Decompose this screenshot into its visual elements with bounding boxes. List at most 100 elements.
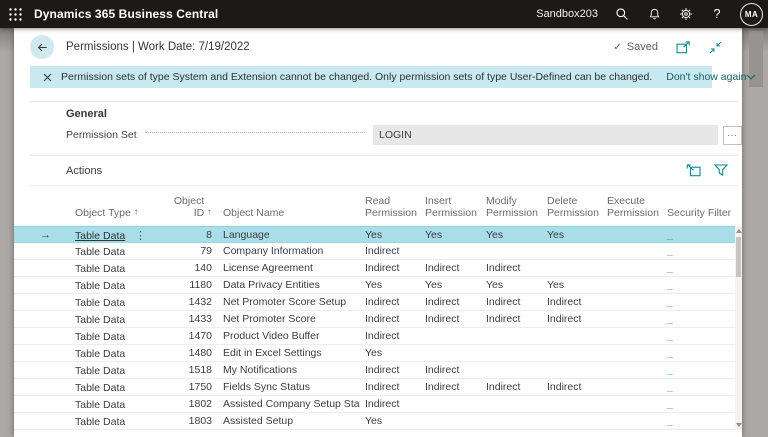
filter-funnel-icon[interactable] — [714, 164, 728, 177]
cell-object_name[interactable]: License Agreement — [213, 260, 360, 277]
cell-delete[interactable] — [543, 345, 604, 362]
cell-insert[interactable] — [421, 243, 482, 260]
cell-read[interactable]: Indirect — [360, 260, 421, 277]
cell-security_filter[interactable]: _ — [662, 362, 734, 379]
cell-object_type[interactable]: Table Data — [60, 396, 168, 413]
settings-gear-icon[interactable] — [678, 6, 694, 22]
cell-execute[interactable] — [604, 413, 662, 430]
cell-security_filter[interactable]: _ — [662, 260, 734, 277]
cell-object_name[interactable]: My Notifications — [213, 362, 360, 379]
row-menu-icon[interactable]: ⋮ — [135, 228, 146, 244]
cell-object_name[interactable]: Fields Sync Status — [213, 379, 360, 396]
cell-execute[interactable] — [604, 277, 662, 294]
cell-security_filter[interactable]: _ — [662, 277, 734, 294]
actions-menu[interactable]: Actions — [66, 165, 102, 177]
cell-insert[interactable]: Indirect — [421, 260, 482, 277]
cell-security_filter[interactable]: _ — [662, 328, 734, 345]
row-selector-cell[interactable] — [14, 396, 60, 413]
cell-object_id[interactable]: 1470 — [168, 328, 213, 345]
cell-modify[interactable] — [482, 396, 543, 413]
cell-execute[interactable] — [604, 260, 662, 277]
cell-object_name[interactable]: Edit in Excel Settings — [213, 345, 360, 362]
cell-modify[interactable] — [482, 243, 543, 260]
cell-read[interactable]: Indirect — [360, 311, 421, 328]
share-popout-icon[interactable] — [686, 164, 701, 177]
cell-modify[interactable]: Indirect — [482, 311, 543, 328]
cell-execute[interactable] — [604, 227, 662, 244]
cell-object_name[interactable]: Net Promoter Score Setup — [213, 294, 360, 311]
cell-object_name[interactable]: Data Privacy Entities — [213, 277, 360, 294]
cell-security_filter[interactable]: _ — [662, 396, 734, 413]
cell-object_id[interactable]: 1180 — [168, 277, 213, 294]
cell-execute[interactable] — [604, 294, 662, 311]
table-row[interactable]: → Table Data ⋮ 8 Language Yes Yes Yes Yes _ — [14, 226, 742, 243]
cell-object_id[interactable]: 1750 — [168, 379, 213, 396]
cell-object_id[interactable]: 1480 — [168, 345, 213, 362]
cell-delete[interactable] — [543, 413, 604, 430]
table-row[interactable]: Table Data 1180 Data Privacy Entities Yes Ye… — [14, 277, 742, 294]
cell-object_id[interactable]: 1433 — [168, 311, 213, 328]
cell-delete[interactable] — [543, 362, 604, 379]
row-selector-cell[interactable] — [14, 294, 60, 311]
row-selector-cell[interactable] — [14, 413, 60, 430]
cell-read[interactable]: Yes — [360, 345, 421, 362]
cell-object_name[interactable]: Net Promoter Score — [213, 311, 360, 328]
cell-execute[interactable] — [604, 311, 662, 328]
cell-delete[interactable] — [543, 260, 604, 277]
grid-col-modify[interactable]: Modify Permission — [482, 186, 543, 226]
table-row[interactable]: Table Data 79 Company Information Indirect _ — [14, 243, 742, 260]
cell-read[interactable]: Indirect — [360, 396, 421, 413]
cell-object_type[interactable]: Table Data — [60, 362, 168, 379]
cell-object_name[interactable]: Product Video Buffer — [213, 328, 360, 345]
cell-object_type[interactable]: Table Data — [60, 294, 168, 311]
cell-modify[interactable] — [482, 328, 543, 345]
general-section-title[interactable]: General — [66, 107, 742, 122]
open-in-new-window-icon[interactable] — [676, 40, 691, 54]
cell-insert[interactable]: Indirect — [421, 294, 482, 311]
cell-security_filter[interactable]: _ — [662, 294, 734, 311]
cell-read[interactable]: Indirect — [360, 294, 421, 311]
notifications-icon[interactable] — [646, 6, 662, 22]
cell-security_filter[interactable]: _ — [662, 413, 734, 430]
cell-object_type[interactable]: Table Data — [60, 260, 168, 277]
cell-insert[interactable] — [421, 345, 482, 362]
row-selector-cell[interactable] — [14, 345, 60, 362]
cell-insert[interactable]: Yes — [421, 227, 482, 244]
cell-modify[interactable] — [482, 413, 543, 430]
close-banner-icon[interactable] — [43, 73, 52, 82]
cell-object_id[interactable]: 1803 — [168, 413, 213, 430]
app-title[interactable]: Dynamics 365 Business Central — [34, 7, 218, 21]
cell-execute[interactable] — [604, 362, 662, 379]
cell-insert[interactable] — [421, 396, 482, 413]
cell-object_name[interactable]: Assisted Company Setup Status — [213, 396, 360, 413]
cell-object_type[interactable]: Table Data — [60, 345, 168, 362]
row-selector-cell[interactable] — [14, 260, 60, 277]
assist-edit-button[interactable]: ... — [723, 125, 742, 145]
table-row[interactable]: Table Data 1470 Product Video Buffer Indire… — [14, 328, 742, 345]
row-selector-cell[interactable] — [14, 277, 60, 294]
row-selector-cell[interactable] — [14, 311, 60, 328]
cell-delete[interactable]: Indirect — [543, 311, 604, 328]
cell-object_name[interactable]: Company Information — [213, 243, 360, 260]
cell-object_id[interactable]: 140 — [168, 260, 213, 277]
cell-delete[interactable] — [543, 396, 604, 413]
cell-insert[interactable] — [421, 413, 482, 430]
cell-modify[interactable]: Indirect — [482, 294, 543, 311]
grid-scrollbar-thumb[interactable] — [736, 237, 741, 277]
cell-modify[interactable]: Indirect — [482, 379, 543, 396]
cell-modify[interactable] — [482, 345, 543, 362]
app-launcher-icon[interactable] — [0, 0, 30, 28]
grid-col-object_type[interactable]: Object Type ↑ — [60, 186, 168, 226]
table-row[interactable]: Table Data 140 License Agreement Indirect In… — [14, 260, 742, 277]
table-row[interactable]: Table Data 1803 Assisted Setup Yes _ — [14, 413, 742, 430]
cell-execute[interactable] — [604, 379, 662, 396]
back-button[interactable] — [30, 35, 54, 59]
cell-insert[interactable]: Indirect — [421, 311, 482, 328]
cell-insert[interactable]: Yes — [421, 277, 482, 294]
cell-security_filter[interactable]: _ — [662, 379, 734, 396]
grid-col-object_id[interactable]: Object ID ↑ — [168, 186, 213, 226]
row-selector-cell[interactable] — [14, 328, 60, 345]
cell-execute[interactable] — [604, 396, 662, 413]
help-icon[interactable]: ? — [710, 7, 724, 21]
collapse-icon[interactable] — [709, 41, 722, 54]
